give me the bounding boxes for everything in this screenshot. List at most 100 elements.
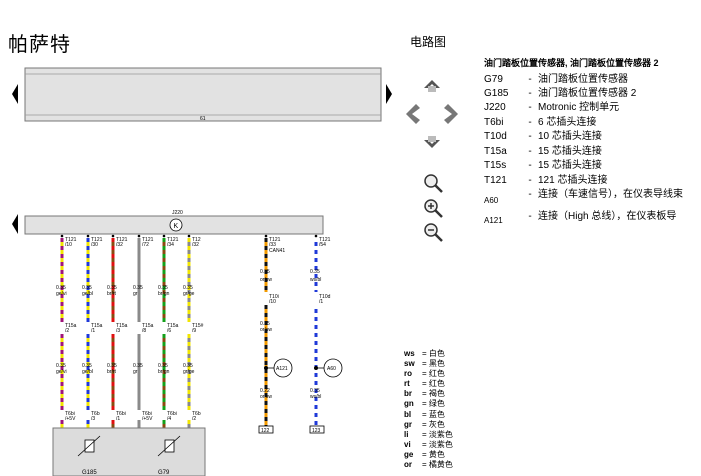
legend-item: A121 - 连接（High 总线），在仪表板导 — [484, 207, 677, 225]
connection-node-label: A60 — [327, 366, 336, 372]
color-code-item: br = 褐色 — [404, 389, 453, 399]
color-code-eq: = — [422, 449, 429, 459]
color-code-eq: = — [422, 460, 429, 470]
chevron-right-icon[interactable] — [444, 104, 458, 124]
color-code-item: ro = 红色 — [404, 369, 453, 379]
wire-color-code: gr/ge — [183, 369, 195, 375]
zoom-in-icon[interactable] — [422, 197, 444, 219]
color-code-eq: = — [422, 399, 429, 409]
wire-color-code: ge/bl — [82, 369, 93, 375]
legend-dash: - — [528, 160, 532, 171]
pin-number: /8 — [142, 328, 146, 334]
legend-code: T15s — [484, 160, 507, 171]
zoom-fit-icon[interactable] — [422, 172, 444, 194]
legend-title: 油门踏板位置传感器, 油门踏板位置传感器 2 — [484, 58, 659, 68]
color-code-item: rt = 红色 — [404, 379, 453, 389]
wire-color-code: br/gn — [158, 369, 170, 375]
pin-dot — [86, 234, 90, 238]
color-code-key: sw — [404, 359, 415, 369]
pin-number: /34 — [167, 242, 174, 248]
scroll-left-arrow-icon-2[interactable] — [12, 214, 18, 234]
top-bar-frame — [24, 67, 382, 122]
chevron-left-icon[interactable] — [406, 104, 420, 124]
wiring-diagram: 61 J220 K T121/100.35ge/viT15a/20.35ge/v… — [12, 67, 392, 476]
zoom-out-icon[interactable] — [422, 221, 444, 243]
pin-number: /54 — [319, 242, 326, 248]
color-code-value: 蓝色 — [428, 409, 445, 419]
wire-group: T121/100.35ge/viT15a/20.35ge/viT6bi/+5VT… — [56, 234, 343, 428]
color-code-list: ws = 白色 sw = 黑色 ro = 红色 rt = 红色 br = 褐色 gn = 绿色 bl = … — [404, 349, 453, 470]
wire-color-code: ge/bl — [82, 291, 93, 297]
legend-item: G79- 油门踏板位置传感器 — [484, 70, 628, 85]
connection-node-label: A121 — [276, 366, 288, 372]
wire-color-code: or/sw — [260, 327, 272, 333]
sensor-label-g185: G185 — [82, 470, 97, 476]
top-bar-label: 61 — [200, 116, 206, 122]
color-code-eq: = — [422, 429, 429, 439]
color-code-value: 绿色 — [428, 399, 445, 409]
legend-dash: - — [528, 102, 532, 113]
legend-item: G185- 油门踏板位置传感器 2 — [484, 84, 636, 99]
legend-item: T15s -15 芯插头连接 — [484, 156, 602, 171]
ref-label-122: 122 — [261, 428, 270, 434]
wire-color-code: or/sw — [260, 394, 272, 400]
color-code-eq: = — [422, 439, 429, 449]
legend-item: T6bi -6 芯插头连接 — [484, 113, 596, 128]
control-unit-symbol-text: K — [174, 223, 179, 230]
color-code-value: 红色 — [428, 379, 445, 389]
color-code-value: 白色 — [428, 349, 445, 358]
pin-number: /4 — [167, 416, 171, 422]
wire-color-code: ws/bl — [310, 394, 321, 400]
pin-number: /1 — [91, 328, 95, 334]
pan-navigator[interactable] — [402, 78, 462, 150]
wire-size: 0.35 — [260, 269, 270, 275]
pin-number: /3 — [116, 328, 120, 334]
color-code-item: gr = 灰色 — [404, 420, 453, 430]
color-code-eq: = — [422, 379, 429, 389]
sensor-label-g79: G79 — [158, 470, 170, 476]
pin-number: /10 — [65, 242, 72, 248]
color-code-key: rt — [404, 379, 410, 389]
color-code-eq: = — [422, 419, 429, 429]
wire-color-code: gr/ge — [183, 291, 195, 297]
pin-number: /32 — [192, 242, 199, 248]
pin-number: /+5V — [142, 416, 153, 422]
legend-description: 连接（车速信号），在仪表导线束 — [538, 189, 683, 200]
wire-color-code: br/gn — [158, 291, 170, 297]
sensor-box — [52, 427, 206, 476]
color-code-key: or — [404, 460, 412, 470]
pin-extra: CAN41 — [269, 248, 285, 254]
pin-dot — [111, 234, 115, 238]
color-code-key: ro — [404, 369, 412, 379]
scroll-right-arrow-icon[interactable] — [386, 84, 392, 104]
color-code-item: vi = 淡紫色 — [404, 440, 453, 450]
pin-number: /72 — [142, 242, 149, 248]
wire-color-code: gr — [133, 291, 138, 297]
legend-dash: - — [528, 189, 532, 200]
color-code-item: or = 橘黄色 — [404, 460, 453, 470]
pin-dot — [187, 234, 191, 238]
pin-number: /30 — [91, 242, 98, 248]
color-code-item: bl = 蓝色 — [404, 410, 453, 420]
legend-item: J220 - Motronic 控制单元 — [484, 98, 619, 113]
pin-number: /2 — [192, 416, 196, 422]
pin-number: /1 — [319, 299, 323, 305]
color-code-key: br — [404, 389, 412, 399]
color-code-key: gn — [404, 399, 414, 409]
legend-item: T10d -10 芯插头连接 — [484, 127, 602, 142]
legend-description: 15 芯插头连接 — [538, 160, 602, 171]
color-code-eq: = — [422, 349, 429, 358]
pin-number: /32 — [116, 242, 123, 248]
color-code-key: li — [404, 429, 409, 439]
wire-color-code: or/sw — [260, 277, 272, 283]
legend-description: Motronic 控制单元 — [538, 102, 620, 113]
color-code-eq: = — [422, 389, 429, 399]
color-code-key: bl — [404, 409, 412, 419]
color-code-item: gn = 绿色 — [404, 399, 453, 409]
legend-dash: - — [528, 211, 532, 222]
color-code-value: 红色 — [428, 369, 445, 379]
legend-description: 连接（High 总线），在仪表板导 — [538, 211, 677, 222]
scroll-left-arrow-icon[interactable] — [12, 84, 18, 104]
wire-color-code: br/rt — [107, 291, 117, 297]
wire-color-code: ge/vi — [56, 291, 67, 297]
